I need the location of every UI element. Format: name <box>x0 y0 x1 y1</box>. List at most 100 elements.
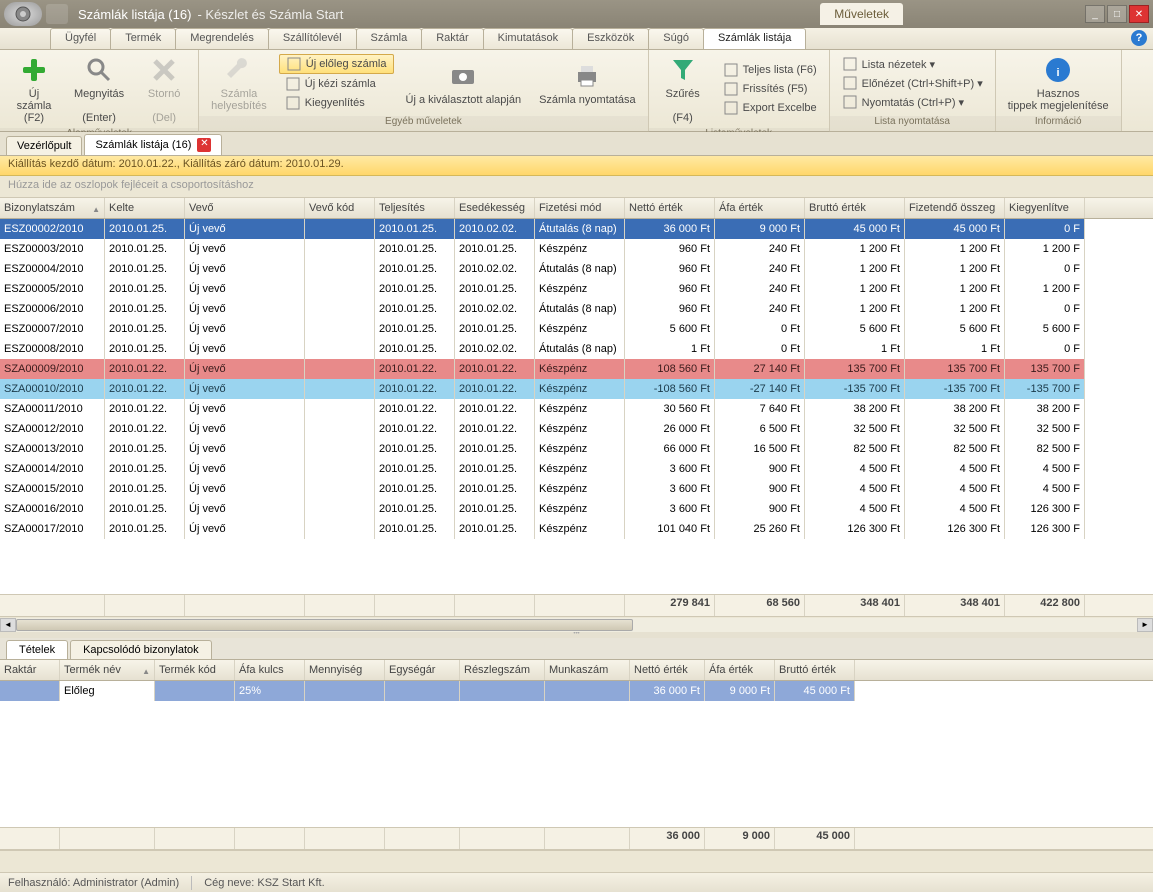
ribbon-előnézet[interactable]: Előnézet (Ctrl+Shift+P) ▾ <box>836 74 989 92</box>
ribbon-új[interactable]: Új előleg számla <box>279 54 394 74</box>
menu-tab-megrendelés[interactable]: Megrendelés <box>175 28 269 49</box>
menu-tab-számlák listája[interactable]: Számlák listája <box>703 28 806 49</box>
dcol-dafa[interactable]: Áfa érték <box>705 660 775 680</box>
col-vkod[interactable]: Vevő kód <box>305 198 375 218</box>
cell-vkod <box>305 499 375 519</box>
quick-access-dropdown[interactable] <box>46 4 68 24</box>
menu-tab-termék[interactable]: Termék <box>110 28 176 49</box>
dcol-reszl[interactable]: Részlegszám <box>460 660 545 680</box>
ribbon-megnyitás[interactable]: Megnyitás(Enter) <box>68 52 130 126</box>
ribbon-hasznos[interactable]: iHasznostippek megjelenítése <box>1002 52 1115 114</box>
cell-telj: 2010.01.25. <box>375 499 455 519</box>
col-netto[interactable]: Nettó érték <box>625 198 715 218</box>
ribbon-új[interactable]: Újszámla (F2) <box>6 52 62 126</box>
scroll-right-icon[interactable]: ► <box>1137 618 1153 632</box>
ribbon-szűrés[interactable]: Szűrés(F4) <box>655 52 711 126</box>
cell-fiz: Készpénz <box>535 499 625 519</box>
cell-telj: 2010.01.22. <box>375 359 455 379</box>
dcol-raktar[interactable]: Raktár <box>0 660 60 680</box>
cell-kelte: 2010.01.25. <box>105 459 185 479</box>
page-tab[interactable]: Vezérlőpult <box>6 136 82 155</box>
col-kelte[interactable]: Kelte <box>105 198 185 218</box>
table-row[interactable]: ESZ00002/20102010.01.25.Új vevő2010.01.2… <box>0 219 1153 239</box>
cell-brutto: 1 200 Ft <box>805 239 905 259</box>
dcell-reszl <box>460 681 545 701</box>
close-tab-icon[interactable]: ✕ <box>197 138 211 152</box>
table-row[interactable]: SZA00013/20102010.01.25.Új vevő2010.01.2… <box>0 439 1153 459</box>
cell-vevo: Új vevő <box>185 239 305 259</box>
col-fiz[interactable]: Fizetési mód <box>535 198 625 218</box>
scroll-thumb[interactable] <box>16 619 633 631</box>
dcol-afak[interactable]: Áfa kulcs <box>235 660 305 680</box>
ribbon-frissítés[interactable]: Frissítés (F5) <box>717 80 823 98</box>
dsum-egys <box>385 828 460 849</box>
dcell-dbrutto: 45 000 Ft <box>775 681 855 701</box>
table-row[interactable]: SZA00017/20102010.01.25.Új vevő2010.01.2… <box>0 519 1153 539</box>
ribbon-kiegyenlítés[interactable]: Kiegyenlítés <box>279 94 394 112</box>
table-row[interactable]: ESZ00003/20102010.01.25.Új vevő2010.01.2… <box>0 239 1153 259</box>
table-row[interactable]: SZA00011/20102010.01.22.Új vevő2010.01.2… <box>0 399 1153 419</box>
help-icon[interactable]: ? <box>1131 30 1147 46</box>
ribbon-számla[interactable]: Számla nyomtatása <box>533 58 642 108</box>
sum-fizo: 348 401 <box>905 595 1005 616</box>
ribbon-új[interactable]: Új a kiválasztott alapján <box>400 58 528 108</box>
ribbon-új[interactable]: Új kézi számla <box>279 75 394 93</box>
dcol-menny[interactable]: Mennyiség <box>305 660 385 680</box>
col-vevo[interactable]: Vevő <box>185 198 305 218</box>
dcol-dnetto[interactable]: Nettó érték <box>630 660 705 680</box>
scroll-left-icon[interactable]: ◄ <box>0 618 16 632</box>
menu-tab-eszközök[interactable]: Eszközök <box>572 28 649 49</box>
app-icon[interactable] <box>4 2 42 26</box>
col-afa[interactable]: Áfa érték <box>715 198 805 218</box>
dcol-munk[interactable]: Munkaszám <box>545 660 630 680</box>
ribbon-lista[interactable]: Lista nézetek ▾ <box>836 55 989 73</box>
col-kieg[interactable]: Kiegyenlítve <box>1005 198 1085 218</box>
detail-tab[interactable]: Tételek <box>6 640 68 659</box>
table-row[interactable]: SZA00015/20102010.01.25.Új vevő2010.01.2… <box>0 479 1153 499</box>
dcol-egys[interactable]: Egységár <box>385 660 460 680</box>
context-tab[interactable]: Műveletek <box>820 3 903 25</box>
col-telj[interactable]: Teljesítés <box>375 198 455 218</box>
cell-netto: 3 600 Ft <box>625 459 715 479</box>
col-fizo[interactable]: Fizetendő összeg <box>905 198 1005 218</box>
table-row[interactable]: ESZ00008/20102010.01.25.Új vevő2010.01.2… <box>0 339 1153 359</box>
detail-row[interactable]: Előleg25%36 000 Ft9 000 Ft45 000 Ft <box>0 681 1153 701</box>
menu-tab-kimutatások[interactable]: Kimutatások <box>483 28 574 49</box>
dcol-tnev[interactable]: Termék név▲ <box>60 660 155 680</box>
minimize-button[interactable]: _ <box>1085 5 1105 23</box>
h-scrollbar[interactable]: ◄ ► <box>0 616 1153 632</box>
cell-kelte: 2010.01.22. <box>105 419 185 439</box>
detail-tab[interactable]: Kapcsolódó bizonylatok <box>70 640 212 659</box>
cell-netto: 3 600 Ft <box>625 499 715 519</box>
table-row[interactable]: ESZ00004/20102010.01.25.Új vevő2010.01.2… <box>0 259 1153 279</box>
ribbon-nyomtatás[interactable]: Nyomtatás (Ctrl+P) ▾ <box>836 93 989 111</box>
ribbon-teljes[interactable]: Teljes lista (F6) <box>717 61 823 79</box>
table-row[interactable]: SZA00010/20102010.01.22.Új vevő2010.01.2… <box>0 379 1153 399</box>
dcol-dbrutto[interactable]: Bruttó érték <box>775 660 855 680</box>
group-by-hint[interactable]: Húzza ide az oszlopok fejléceit a csopor… <box>0 176 1153 198</box>
cell-esed: 2010.02.02. <box>455 339 535 359</box>
statusbar: Felhasználó: Administrator (Admin) Cég n… <box>0 872 1153 892</box>
dcol-tkod[interactable]: Termék kód <box>155 660 235 680</box>
table-row[interactable]: SZA00014/20102010.01.25.Új vevő2010.01.2… <box>0 459 1153 479</box>
page-tab[interactable]: Számlák listája (16)✕ <box>84 134 222 155</box>
col-brutto[interactable]: Bruttó érték <box>805 198 905 218</box>
menu-tab-súgó[interactable]: Súgó <box>648 28 704 49</box>
ribbon-export[interactable]: Export Excelbe <box>717 99 823 117</box>
menu-tab-számla[interactable]: Számla <box>356 28 423 49</box>
cell-brutto: 4 500 Ft <box>805 499 905 519</box>
table-row[interactable]: SZA00009/20102010.01.22.Új vevő2010.01.2… <box>0 359 1153 379</box>
col-biz[interactable]: Bizonylatszám▲ <box>0 198 105 218</box>
table-row[interactable]: ESZ00006/20102010.01.25.Új vevő2010.01.2… <box>0 299 1153 319</box>
close-button[interactable]: ✕ <box>1129 5 1149 23</box>
menu-tab-szállítólevél[interactable]: Szállítólevél <box>268 28 357 49</box>
col-esed[interactable]: Esedékesség <box>455 198 535 218</box>
menu-tab-ügyfél[interactable]: Ügyfél <box>50 28 111 49</box>
table-row[interactable]: ESZ00005/20102010.01.25.Új vevő2010.01.2… <box>0 279 1153 299</box>
maximize-button[interactable]: □ <box>1107 5 1127 23</box>
table-row[interactable]: ESZ00007/20102010.01.25.Új vevő2010.01.2… <box>0 319 1153 339</box>
table-row[interactable]: SZA00012/20102010.01.22.Új vevő2010.01.2… <box>0 419 1153 439</box>
menu-tabs: ÜgyfélTermékMegrendelésSzállítólevélSzám… <box>0 28 1153 50</box>
table-row[interactable]: SZA00016/20102010.01.25.Új vevő2010.01.2… <box>0 499 1153 519</box>
menu-tab-raktár[interactable]: Raktár <box>421 28 483 49</box>
